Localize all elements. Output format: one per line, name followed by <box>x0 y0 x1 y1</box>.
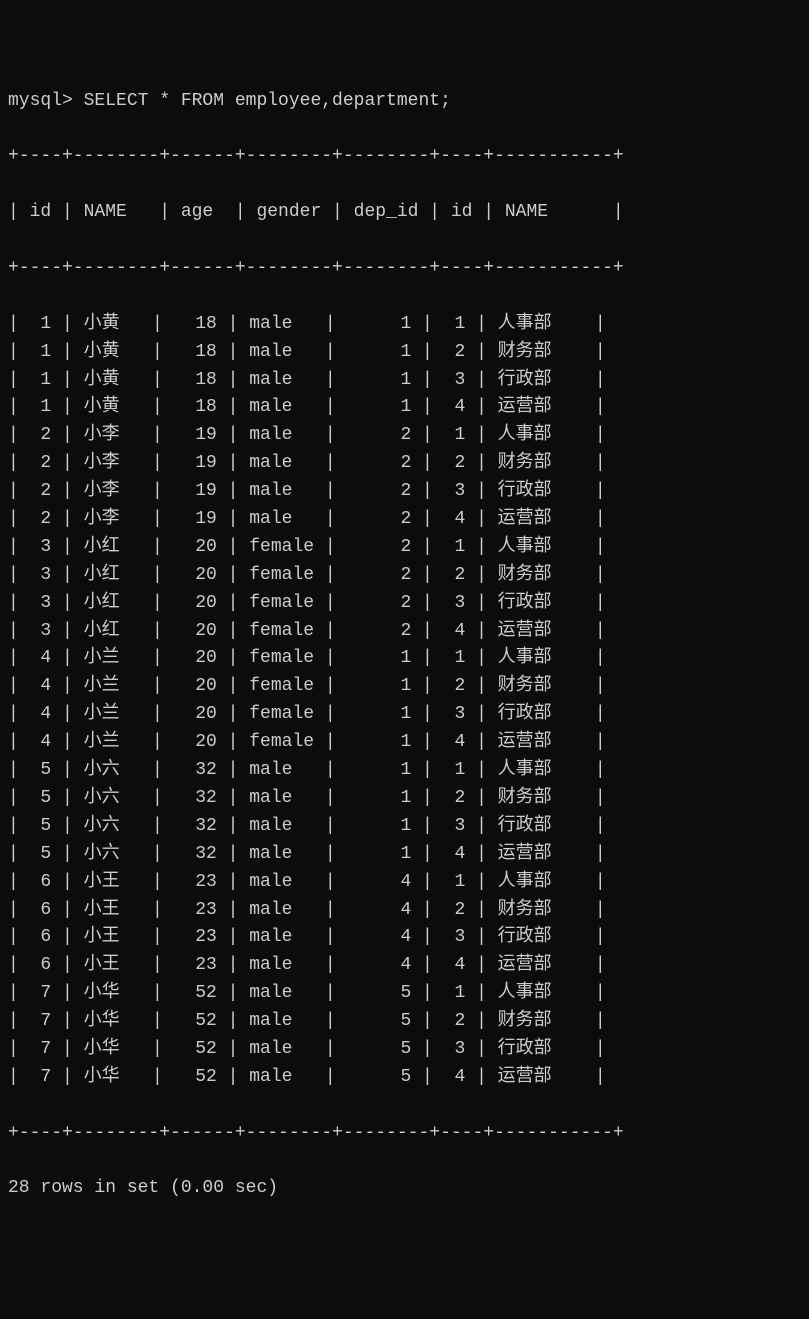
table-row: | 3 | 小红 | 20 | female | 2 | 3 | 行政部 | <box>8 590 801 618</box>
table-row: | 1 | 小黄 | 18 | male | 1 | 2 | 财务部 | <box>8 339 801 367</box>
table-row: | 6 | 小王 | 23 | male | 4 | 3 | 行政部 | <box>8 924 801 952</box>
table-row: | 2 | 小李 | 19 | male | 2 | 3 | 行政部 | <box>8 478 801 506</box>
table-row: | 5 | 小六 | 32 | male | 1 | 2 | 财务部 | <box>8 785 801 813</box>
table-header-row: | id | NAME | age | gender | dep_id | id… <box>8 199 801 227</box>
table-row: | 2 | 小李 | 19 | male | 2 | 4 | 运营部 | <box>8 506 801 534</box>
sql-prompt: mysql> SELECT * FROM employee,department… <box>8 88 801 116</box>
table-row: | 7 | 小华 | 52 | male | 5 | 3 | 行政部 | <box>8 1036 801 1064</box>
table-row: | 3 | 小红 | 20 | female | 2 | 4 | 运营部 | <box>8 618 801 646</box>
table-row: | 6 | 小王 | 23 | male | 4 | 1 | 人事部 | <box>8 869 801 897</box>
table-row: | 1 | 小黄 | 18 | male | 1 | 3 | 行政部 | <box>8 367 801 395</box>
table-row: | 7 | 小华 | 52 | male | 5 | 4 | 运营部 | <box>8 1064 801 1092</box>
table-row: | 3 | 小红 | 20 | female | 2 | 2 | 财务部 | <box>8 562 801 590</box>
table-body: | 1 | 小黄 | 18 | male | 1 | 1 | 人事部 || 1 … <box>8 311 801 1092</box>
table-row: | 6 | 小王 | 23 | male | 4 | 4 | 运营部 | <box>8 952 801 980</box>
table-row: | 7 | 小华 | 52 | male | 5 | 2 | 财务部 | <box>8 1008 801 1036</box>
table-row: | 2 | 小李 | 19 | male | 2 | 1 | 人事部 | <box>8 422 801 450</box>
table-border-top: +----+--------+------+--------+--------+… <box>8 143 801 171</box>
table-row: | 4 | 小兰 | 20 | female | 1 | 1 | 人事部 | <box>8 645 801 673</box>
table-row: | 7 | 小华 | 52 | male | 5 | 1 | 人事部 | <box>8 980 801 1008</box>
table-row: | 5 | 小六 | 32 | male | 1 | 4 | 运营部 | <box>8 841 801 869</box>
table-row: | 5 | 小六 | 32 | male | 1 | 3 | 行政部 | <box>8 813 801 841</box>
table-row: | 5 | 小六 | 32 | male | 1 | 1 | 人事部 | <box>8 757 801 785</box>
table-row: | 6 | 小王 | 23 | male | 4 | 2 | 财务部 | <box>8 897 801 925</box>
table-row: | 4 | 小兰 | 20 | female | 1 | 3 | 行政部 | <box>8 701 801 729</box>
table-row: | 2 | 小李 | 19 | male | 2 | 2 | 财务部 | <box>8 450 801 478</box>
table-row: | 4 | 小兰 | 20 | female | 1 | 4 | 运营部 | <box>8 729 801 757</box>
table-row: | 3 | 小红 | 20 | female | 2 | 1 | 人事部 | <box>8 534 801 562</box>
table-row: | 1 | 小黄 | 18 | male | 1 | 1 | 人事部 | <box>8 311 801 339</box>
table-border-bottom: +----+--------+------+--------+--------+… <box>8 1120 801 1148</box>
table-border-mid: +----+--------+------+--------+--------+… <box>8 255 801 283</box>
result-footer: 28 rows in set (0.00 sec) <box>8 1175 801 1203</box>
table-row: | 4 | 小兰 | 20 | female | 1 | 2 | 财务部 | <box>8 673 801 701</box>
table-row: | 1 | 小黄 | 18 | male | 1 | 4 | 运营部 | <box>8 394 801 422</box>
